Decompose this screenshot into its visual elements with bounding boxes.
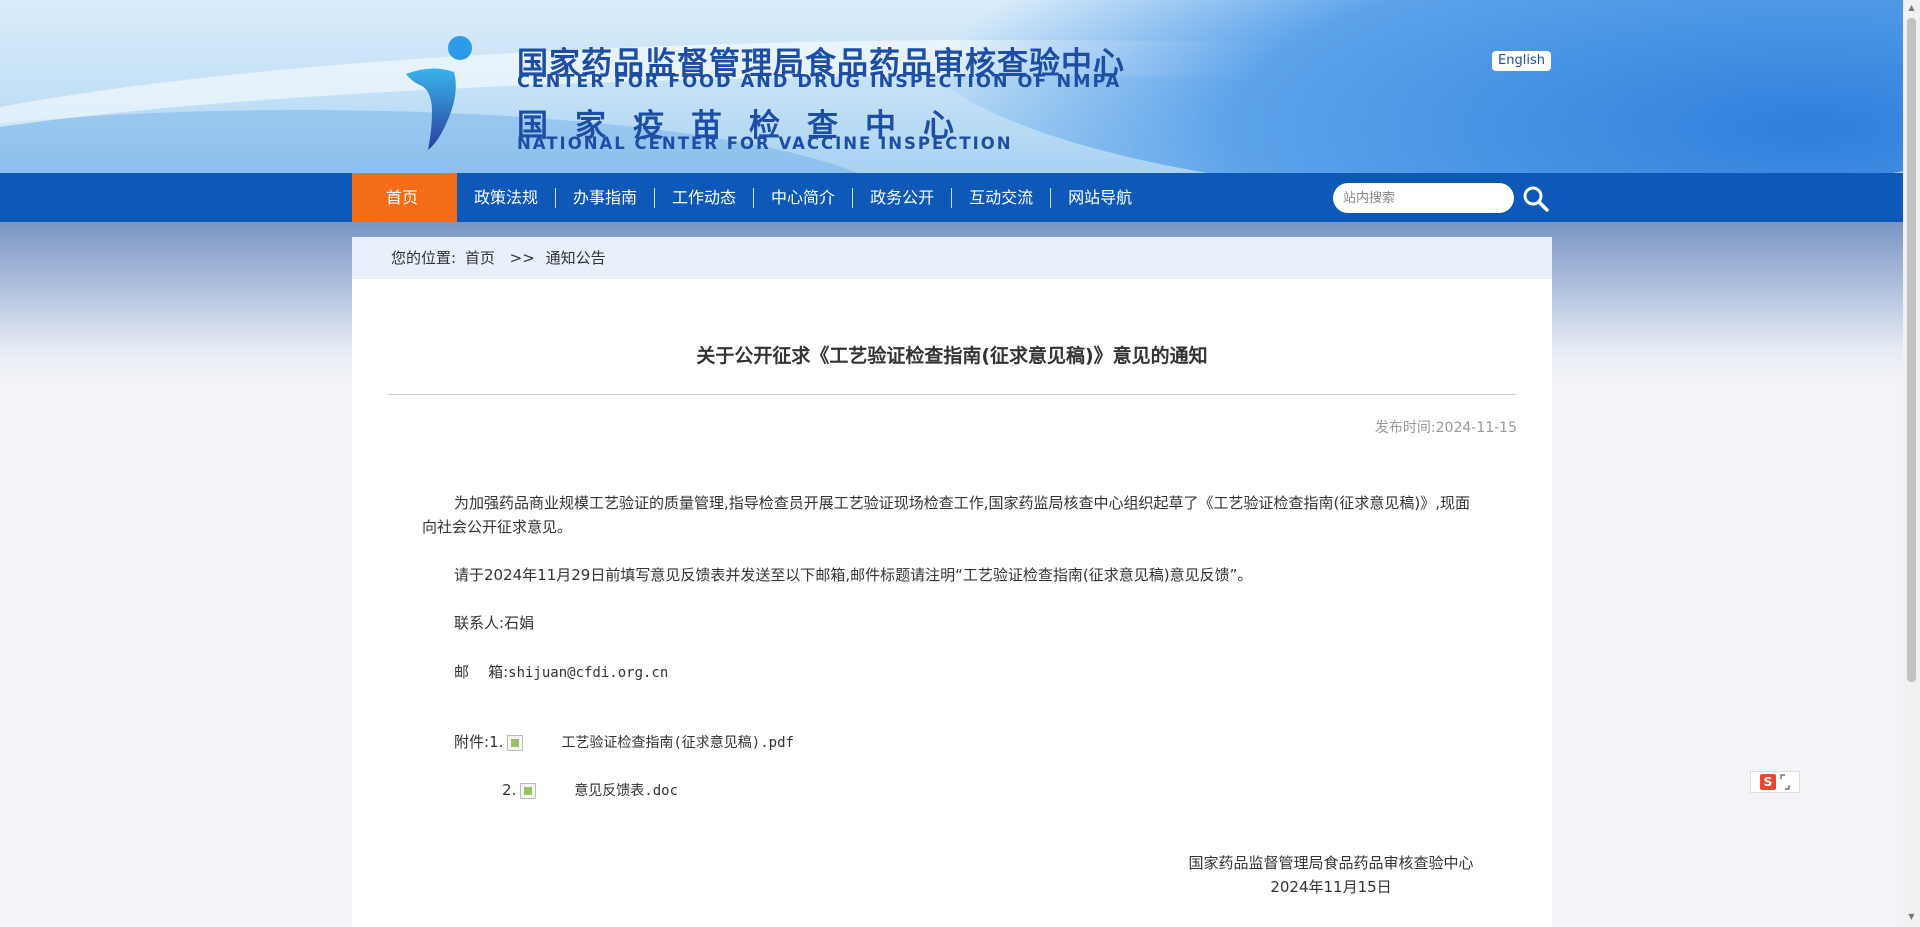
paragraph-deadline: 请于2024年11月29日前填写意见反馈表并发送至以下邮箱,邮件标题请注明“工艺… [454, 566, 1253, 584]
breadcrumb-home-link[interactable]: 首页 [465, 249, 495, 267]
email-label: 邮 箱: [454, 663, 509, 681]
signature-date: 2024年11月15日 [1270, 878, 1392, 896]
header-banner: 国家药品监督管理局食品药品审核查验中心 CENTER FOR FOOD AND … [0, 0, 1903, 173]
main-nav: 首页 政策法规 办事指南 工作动态 中心简介 政务公开 互动交流 网站导航 [0, 173, 1903, 222]
title-divider [387, 394, 1517, 395]
file-icon [507, 734, 524, 751]
contact-line: 联系人:石娟 [422, 611, 1482, 635]
article-title: 关于公开征求《工艺验证检查指南(征求意见稿)》意见的通知 [696, 345, 1208, 367]
scroll-up-icon[interactable]: ▲ [1907, 4, 1916, 12]
breadcrumb-current[interactable]: 通知公告 [546, 249, 606, 267]
expand-icon[interactable] [1780, 774, 1790, 790]
attachments-label: 附件: [454, 733, 490, 751]
nav-item-guide[interactable]: 办事指南 [556, 173, 654, 222]
email-value: shijuan@cfdi.org.cn [508, 665, 669, 681]
publish-time: 发布时间:2024-11-15 [1374, 420, 1517, 436]
nav-item-gov-info[interactable]: 政务公开 [853, 173, 951, 222]
site-subtitle-en: NATIONAL CENTER FOR VACCINE INSPECTION [517, 134, 1013, 153]
attachment-link-doc[interactable]: 意见反馈表.doc [574, 783, 678, 799]
attachment-index: 2. [502, 781, 517, 799]
logo-icon[interactable] [402, 34, 472, 152]
contact-label: 联系人: [454, 614, 505, 632]
floating-widget[interactable]: S [1750, 771, 1800, 793]
nav-item-home[interactable]: 首页 [352, 173, 457, 222]
signature: 国家药品监督管理局食品药品审核查验中心 2024年11月15日 [1178, 851, 1484, 899]
nav-item-interaction[interactable]: 互动交流 [952, 173, 1050, 222]
breadcrumb-prefix: 您的位置: [391, 249, 457, 267]
site-title-en: CENTER FOR FOOD AND DRUG INSPECTION OF N… [517, 72, 1122, 92]
paragraph-intro: 为加强药品商业规模工艺验证的质量管理,指导检查员开展工艺验证现场检查工作,国家药… [422, 494, 1471, 536]
nav-item-news[interactable]: 工作动态 [655, 173, 753, 222]
nav-item-policy[interactable]: 政策法规 [457, 173, 555, 222]
attachment-row: 2. 意见反馈表.doc [502, 778, 678, 803]
email-line: 邮 箱:shijuan@cfdi.org.cn [422, 660, 1482, 685]
file-icon [520, 782, 537, 799]
signature-org: 国家药品监督管理局食品药品审核查验中心 [1188, 854, 1474, 872]
english-button[interactable]: English [1492, 51, 1551, 71]
scrollbar[interactable]: ▲ ▼ [1903, 0, 1920, 927]
attachment-link-pdf[interactable]: 工艺验证检查指南(征求意见稿).pdf [561, 735, 794, 751]
sogou-icon[interactable]: S [1760, 774, 1776, 790]
breadcrumb: 您的位置: 首页 >> 通知公告 [352, 237, 1552, 279]
attachment-row: 附件:1. 工艺验证检查指南(征求意见稿).pdf [454, 730, 794, 755]
scroll-down-icon[interactable]: ▼ [1907, 913, 1916, 921]
nav-item-sitemap[interactable]: 网站导航 [1051, 173, 1149, 222]
search-input[interactable] [1333, 183, 1514, 213]
breadcrumb-separator: >> [509, 249, 535, 267]
attachment-index: 1. [489, 733, 504, 751]
article-panel: 您的位置: 首页 >> 通知公告 关于公开征求《工艺验证检查指南(征求意见稿)》… [352, 237, 1552, 927]
search-icon[interactable] [1522, 185, 1550, 213]
nav-item-about[interactable]: 中心简介 [754, 173, 852, 222]
contact-name: 石娟 [504, 614, 535, 632]
scroll-thumb[interactable] [1907, 18, 1916, 682]
